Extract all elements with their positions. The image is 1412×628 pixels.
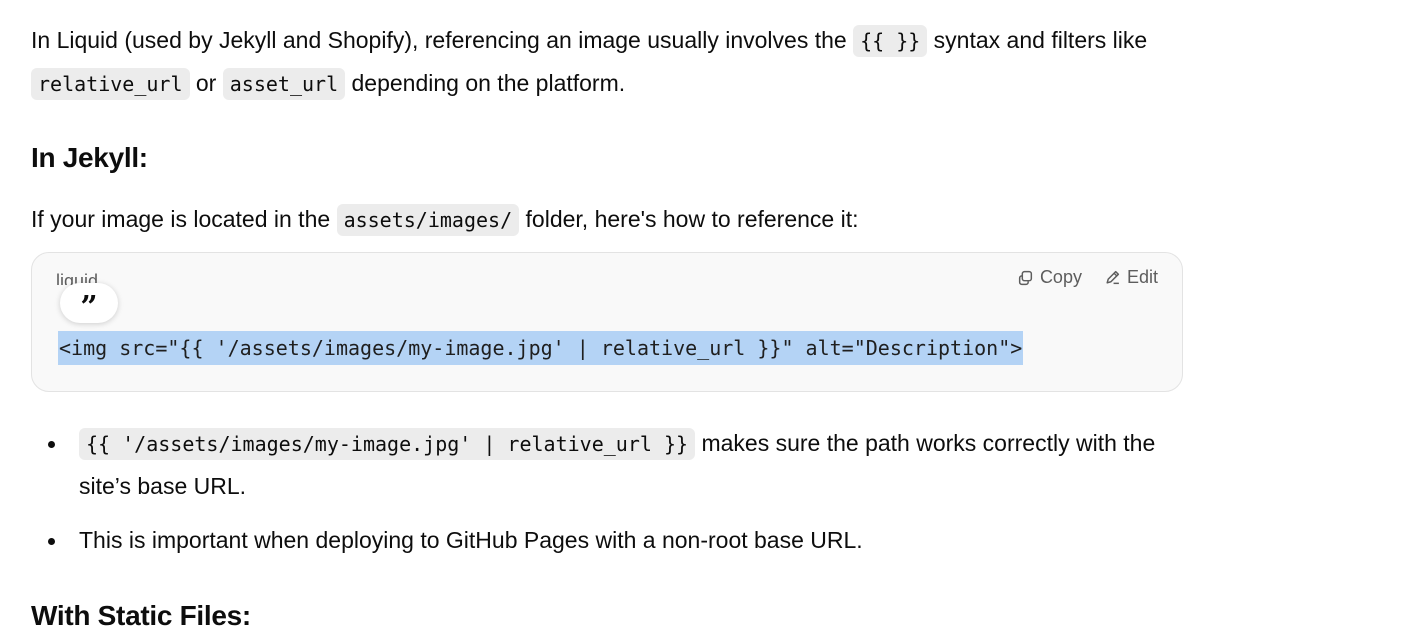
bullet-dot	[48, 441, 55, 448]
edit-label: Edit	[1126, 267, 1158, 287]
quote-selection-button[interactable]: ”	[60, 283, 118, 323]
jekyll-text: folder, here's how to reference it:	[519, 206, 859, 232]
edit-button[interactable]: Edit	[1104, 267, 1158, 288]
inline-code: {{ }}	[853, 25, 928, 57]
quote-icon: ”	[80, 290, 98, 325]
bullet-dot	[48, 538, 55, 545]
intro-text: syntax and filters like	[927, 27, 1148, 53]
inline-code: {{ '/assets/images/my-image.jpg' | relat…	[79, 428, 696, 460]
bullet-list: {{ '/assets/images/my-image.jpg' | relat…	[31, 422, 1191, 561]
inline-code: assets/images/	[336, 204, 520, 236]
inline-code: asset_url	[222, 68, 346, 100]
section-heading-static: With Static Files:	[31, 600, 251, 628]
intro-text: In Liquid (used by Jekyll and Shopify), …	[31, 27, 854, 53]
copy-label: Copy	[1039, 267, 1082, 287]
chat-response: In Liquid (used by Jekyll and Shopify), …	[0, 0, 1412, 628]
inline-code: relative_url	[31, 68, 190, 100]
jekyll-text: If your image is located in the	[31, 206, 337, 232]
intro-text: depending on the platform.	[345, 70, 626, 96]
copy-button[interactable]: Copy	[1017, 267, 1082, 288]
intro-text: or	[189, 70, 223, 96]
copy-icon	[1018, 270, 1033, 286]
pencil-icon	[1106, 270, 1120, 285]
list-item-text: This is important when deploying to GitH…	[79, 527, 863, 553]
section-heading-jekyll: In Jekyll:	[31, 142, 148, 173]
code-block-actions: Copy Edit	[1017, 267, 1158, 288]
list-item: This is important when deploying to GitH…	[31, 519, 1191, 561]
code-line-selected[interactable]: <img src="{{ '/assets/images/my-image.jp…	[58, 331, 1024, 365]
code-block: liquid Copy Edit ” <img src="{{'/assets…	[31, 252, 1183, 392]
intro-paragraph: In Liquid (used by Jekyll and Shopify), …	[31, 19, 1191, 105]
jekyll-paragraph: If your image is located in the assets/i…	[31, 198, 859, 241]
list-item: {{ '/assets/images/my-image.jpg' | relat…	[31, 422, 1191, 507]
